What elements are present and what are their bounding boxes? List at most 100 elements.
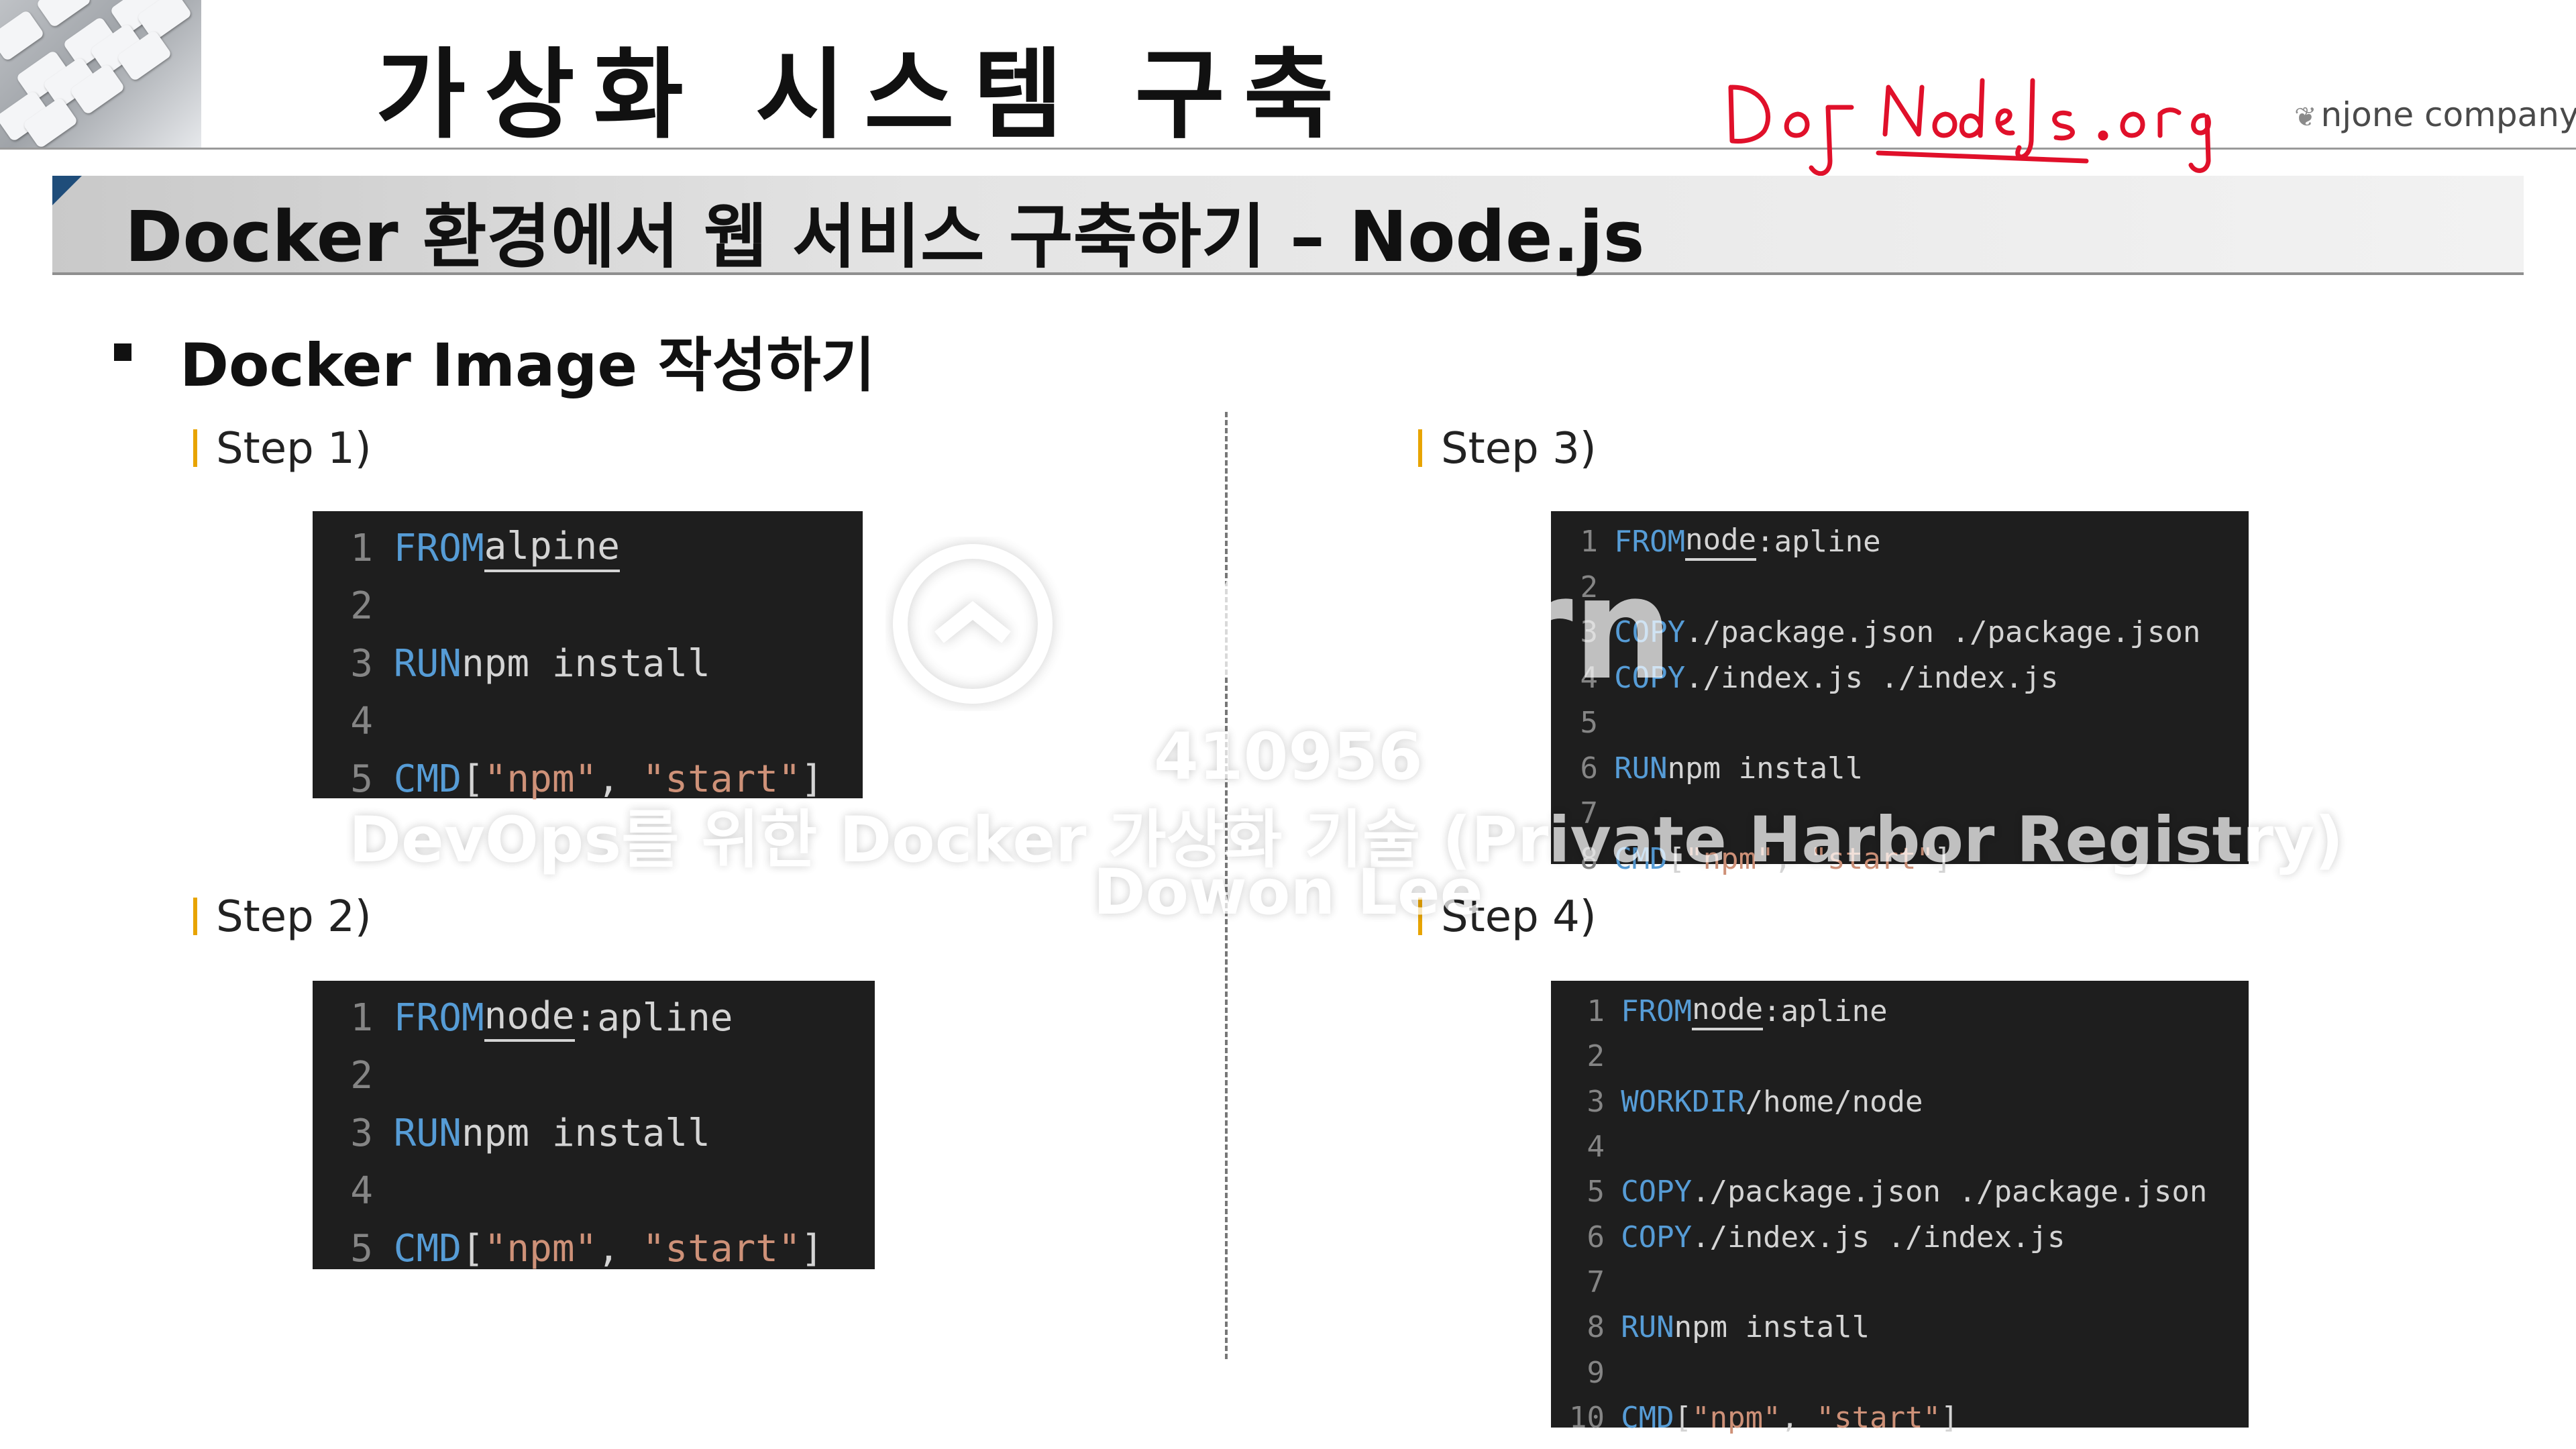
code-string: "start": [1816, 1400, 1941, 1435]
code-keyword: COPY: [1614, 660, 1686, 695]
code-punctuation: ]: [1934, 841, 1952, 876]
code-string: "npm": [484, 1226, 598, 1271]
code-keyword: COPY: [1621, 1220, 1693, 1254]
line-number: 10: [1569, 1400, 1605, 1435]
code-punctuation: [: [461, 1226, 484, 1271]
line-number: 4: [350, 1169, 373, 1213]
line-number: 6: [1587, 1220, 1605, 1254]
code-line: 5 CMD ["npm", "start"]: [313, 750, 863, 808]
code-string: "npm": [1685, 841, 1774, 876]
code-text: ./package.json ./package.json: [1685, 615, 2201, 650]
code-keyword: RUN: [393, 1111, 462, 1155]
code-punctuation: ,: [597, 757, 643, 801]
column-divider: [1225, 412, 1228, 1359]
code-keyword: CMD: [1621, 1400, 1674, 1435]
watermark-id: 410956: [1154, 719, 1423, 794]
code-text: npm install: [1667, 751, 1864, 786]
code-line: 1 FROM node:apline: [1551, 519, 2249, 565]
code-keyword: COPY: [1614, 615, 1686, 650]
code-punctuation: [: [1674, 1400, 1693, 1435]
step-marker: [193, 429, 197, 467]
code-punctuation: ]: [800, 757, 824, 801]
step-4-label: Step 4): [1418, 892, 1597, 942]
code-text: npm install: [1674, 1310, 1870, 1345]
line-number: 3: [1587, 1084, 1605, 1119]
code-keyword: CMD: [1614, 841, 1668, 876]
code-punctuation: ,: [1774, 841, 1810, 876]
code-line: 7: [1551, 791, 2249, 837]
line-number: 6: [1580, 751, 1599, 786]
line-number: 5: [1580, 706, 1599, 741]
step-marker: [1418, 898, 1422, 935]
step-2-text: Step 2): [216, 892, 372, 942]
bullet-heading: Docker Image 작성하기: [180, 331, 875, 400]
code-line: 2: [313, 577, 863, 635]
code-keyword: CMD: [393, 1226, 462, 1271]
step-1-text: Step 1): [216, 424, 372, 474]
subtitle-corner-accent: [52, 176, 82, 205]
code-line: 3 WORKDIR /home/node: [1551, 1079, 2249, 1124]
line-number: 9: [1587, 1355, 1605, 1390]
code-image-name: node: [1685, 523, 1757, 561]
code-block-step-1: 1 FROM alpine 2 3 RUN npm install 4 5 CMD ["npm…: [313, 511, 863, 801]
code-line: 3 RUN npm install: [313, 635, 863, 692]
code-text: :apline: [574, 996, 733, 1040]
code-string: "start": [642, 1226, 801, 1271]
brand: ❦ njone company: [2294, 95, 2576, 134]
code-line: 2: [313, 1046, 875, 1104]
code-text: ./package.json ./package.json: [1692, 1175, 2208, 1210]
page-title: 가상화 시스템 구축: [376, 38, 1353, 152]
line-number: 4: [1580, 660, 1599, 695]
code-string: "start": [642, 757, 801, 801]
line-number: 5: [1587, 1175, 1605, 1210]
code-text: ./index.js ./index.js: [1692, 1220, 2065, 1254]
line-number: 5: [350, 757, 373, 801]
code-image-name: alpine: [484, 525, 620, 572]
code-line: 8 RUN npm install: [1551, 1305, 2249, 1350]
step-3-text: Step 3): [1441, 424, 1597, 474]
line-number: 2: [350, 1053, 373, 1097]
line-number: 3: [1580, 615, 1599, 650]
line-number: 2: [350, 584, 373, 628]
code-line: 1 FROM alpine: [313, 519, 863, 577]
code-text: npm install: [461, 641, 710, 686]
code-keyword: COPY: [1621, 1175, 1693, 1210]
line-number: 8: [1587, 1310, 1605, 1345]
code-keyword: FROM: [393, 996, 484, 1040]
code-punctuation: ,: [597, 1226, 643, 1271]
code-text: ./index.js ./index.js: [1685, 660, 2059, 695]
code-punctuation: [: [461, 757, 484, 801]
code-line: 4 COPY ./index.js ./index.js: [1551, 655, 2249, 701]
code-block-step-3: 1 FROM node:apline 2 3 COPY ./package.json .…: [1551, 511, 2249, 876]
code-line: 7: [1551, 1260, 2249, 1305]
code-line: 8 CMD ["npm", "start"]: [1551, 837, 2249, 882]
code-punctuation: ]: [800, 1226, 824, 1271]
code-line: 9: [1551, 1350, 2249, 1395]
keyboard-decoration: [0, 0, 201, 149]
code-line: 5 CMD ["npm", "start"]: [313, 1220, 875, 1277]
code-keyword: WORKDIR: [1621, 1084, 1746, 1119]
line-number: 3: [350, 1111, 373, 1155]
line-number: 1: [350, 526, 373, 570]
code-text: ["npm", "start"]: [1674, 1401, 1959, 1435]
code-line: 4: [313, 1162, 875, 1220]
code-keyword: FROM: [1614, 525, 1686, 559]
code-text: /home/node: [1745, 1084, 1923, 1119]
line-number: 8: [1580, 841, 1599, 876]
line-number: 1: [1580, 525, 1599, 559]
code-text: :apline: [1756, 525, 1881, 559]
code-line: 1 FROM node:apline: [1551, 989, 2249, 1034]
code-text: ["npm", "start"]: [462, 1227, 823, 1271]
code-line: 4: [1551, 1124, 2249, 1169]
code-keyword: RUN: [1614, 751, 1668, 786]
line-number: 5: [350, 1226, 373, 1271]
step-1-label: Step 1): [193, 424, 372, 474]
code-image-name: node: [484, 994, 575, 1042]
code-keyword: FROM: [393, 526, 484, 570]
step-marker: [193, 898, 197, 935]
line-number: 1: [350, 996, 373, 1040]
code-image-name: node: [1692, 992, 1764, 1031]
code-line: 6 COPY ./index.js ./index.js: [1551, 1214, 2249, 1259]
step-2-label: Step 2): [193, 892, 372, 942]
code-keyword: RUN: [393, 641, 462, 686]
